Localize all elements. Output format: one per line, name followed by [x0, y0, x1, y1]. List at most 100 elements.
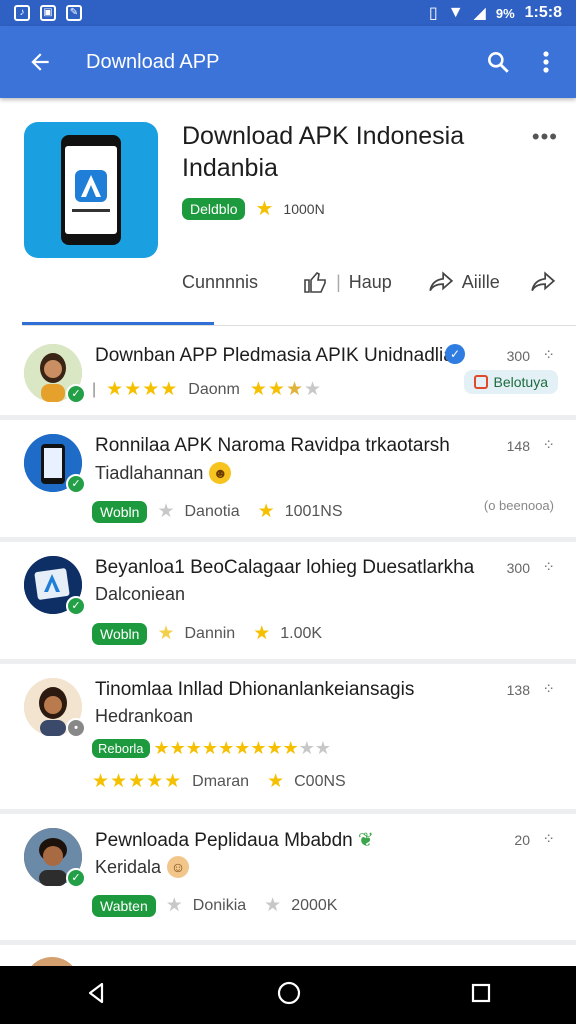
list-item-count: 138: [506, 682, 530, 698]
list-item[interactable]: ✓ Downban APP Pledmasia APIK Unidnadlia …: [0, 330, 576, 420]
chip-icon: [473, 375, 488, 389]
action-like[interactable]: | Haup: [302, 270, 392, 294]
list-item-meta-text: Donikia: [192, 896, 247, 914]
side-text: (o beenooa): [483, 498, 554, 513]
list-item-subtitle-text: Keridala: [95, 856, 162, 877]
rating-stars: ★★★★: [106, 379, 179, 400]
header-divider: [22, 325, 576, 326]
list-item-rating-row: Reborla ★★★★★★★★★★★: [92, 738, 331, 759]
list-item-title-text: Pewnloada Peplidaua Mbabdn: [95, 830, 353, 851]
more-icon[interactable]: ⁘: [542, 436, 555, 454]
app-bar-title: Download APP: [86, 50, 220, 73]
list-item-meta: Wabten ★ Donikia ★ 2000K: [92, 894, 337, 917]
list-item[interactable]: • Tinomlaa Inllad Dhionanlankeiansagis H…: [0, 664, 576, 814]
verified-badge-icon: ✓: [445, 344, 465, 364]
star-icon: ★: [255, 198, 274, 220]
header-more-icon[interactable]: •••: [532, 124, 558, 150]
nav-home-icon[interactable]: [276, 980, 302, 1011]
list-item-rating: 2000K: [291, 896, 338, 914]
list-item-meta: ★★★★★ Dmaran ★ C00NS: [92, 770, 346, 793]
battery-text: 9%: [495, 5, 515, 21]
more-icon[interactable]: ⁘: [542, 680, 555, 698]
list-item-subtitle: Hedrankoan: [95, 706, 193, 727]
avatar: ✓: [24, 434, 86, 494]
wifi-icon: ▼: [447, 4, 464, 21]
list-item-meta-text: Danotia: [184, 502, 240, 520]
emoji-icon: ☺: [167, 856, 190, 878]
phone-icon: [61, 135, 121, 245]
list-item-count: 300: [506, 560, 530, 576]
list-item-count: 148: [506, 438, 530, 454]
list-item-badge: Wabten: [92, 894, 156, 917]
list-item-title: Downban APP Pledmasia APIK Unidnadlia: [95, 345, 454, 366]
list-item-meta: | ★★★★ Daonm ★★★★: [92, 379, 323, 400]
apk-logo-icon: [75, 169, 107, 202]
action-bar: Cunnnnis | Haup Aiille: [182, 270, 562, 294]
list-item-title: Beyanloa1 BeoCalagaar lohieg Duesatlarkh…: [95, 557, 475, 578]
list-item[interactable]: ✓ Beyanloa1 BeoCalagaar lohieg Duesatlar…: [0, 542, 576, 664]
signal-icon: ◢: [473, 5, 486, 22]
search-icon[interactable]: [474, 38, 522, 86]
list-item-badge: Reborla: [92, 739, 150, 758]
more-icon[interactable]: ⁘: [542, 346, 555, 364]
list-item-meta-text: Dannin: [184, 624, 236, 642]
notification-music-icon: ♪: [14, 5, 30, 21]
overflow-menu-icon[interactable]: [522, 38, 570, 86]
notification-edit-icon: ✎: [66, 5, 82, 21]
back-arrow-icon[interactable]: [12, 34, 68, 90]
rating-stars-partial: ★★★★: [249, 379, 323, 400]
list-item-rating: 1001NS: [284, 502, 343, 520]
list-item[interactable]: ✓ Pewnloada Peplidaua Mbabdn ❦ Keridala …: [0, 814, 576, 945]
list-item-title: Ronnilaa APK Naroma Ravidpa trkaotarsh: [95, 435, 450, 456]
star-icon: ★: [157, 501, 175, 522]
list-item-meta-text: Daonm: [188, 380, 240, 398]
app-title-line2: Indanbia: [182, 154, 278, 182]
verified-check-icon: ✓: [66, 868, 86, 888]
star-icon: ★: [257, 501, 275, 522]
leaf-icon: ❦: [358, 830, 374, 851]
list-item-badge: Wobln: [92, 622, 148, 645]
star-icon: ★: [253, 623, 271, 644]
list-item-title: Pewnloada Peplidaua Mbabdn ❦: [95, 829, 374, 852]
app-badge: Deldblo: [182, 197, 246, 220]
notification-image-icon: ▣: [40, 5, 56, 21]
list-item-badge: Wobln: [92, 500, 148, 523]
action-share-label: Aiille: [461, 271, 500, 292]
star-icon: ★: [264, 895, 282, 916]
smile-emoji-icon: ☻: [209, 462, 232, 484]
list-item-meta: Wobln ★ Danotia ★ 1001NS: [92, 500, 343, 523]
app-icon: [24, 122, 158, 258]
forward-icon[interactable]: [530, 271, 556, 293]
list-item-subtitle-text: Tiadlahannan: [95, 462, 204, 483]
action-comments[interactable]: Cunnnnis: [182, 272, 258, 293]
system-nav-bar: [0, 966, 576, 1024]
rating-stars: ★★★★★: [92, 771, 183, 792]
app-bar: Download APP: [0, 26, 576, 98]
side-chip-label: Belotuya: [493, 374, 548, 390]
star-icon: ★: [165, 895, 183, 916]
list-item-subtitle-text: Hedrankoan: [95, 706, 194, 726]
list-item[interactable]: ✓ Ronnilaa APK Naroma Ravidpa trkaotarsh…: [0, 420, 576, 542]
app-header: Download APK Indonesia Indanbia ••• Deld…: [0, 98, 576, 328]
side-chip[interactable]: Belotuya: [463, 370, 558, 394]
star-icon: ★: [267, 771, 285, 792]
action-share[interactable]: Aiille: [428, 271, 500, 293]
list-item-count: 300: [506, 348, 530, 364]
share-arrow-icon: [429, 271, 453, 292]
more-icon[interactable]: ⁘: [542, 830, 555, 848]
nav-recents-icon[interactable]: [470, 982, 492, 1009]
avatar: ✓: [24, 344, 86, 404]
status-bar: ♪ ▣ ✎ ▯ ▼ ◢ 9% 1:5:8: [0, 0, 576, 26]
avatar: ✓: [24, 828, 86, 888]
app-meta: Deldblo ★ 1000N: [182, 196, 325, 221]
list-item-rating: 1.00K: [280, 624, 323, 642]
nav-back-icon[interactable]: [84, 981, 108, 1010]
avatar: •: [24, 678, 86, 738]
list-item-meta: Wobln ★ Dannin ★ 1.00K: [92, 622, 322, 645]
status-dot-icon: •: [66, 718, 86, 738]
avatar: ✓: [24, 556, 86, 616]
more-icon[interactable]: ⁘: [542, 558, 555, 576]
list-item-subtitle-text: Dalconiean: [95, 584, 186, 604]
list-item-subtitle: Dalconiean: [95, 584, 185, 605]
list-item-partial[interactable]: [0, 945, 576, 966]
